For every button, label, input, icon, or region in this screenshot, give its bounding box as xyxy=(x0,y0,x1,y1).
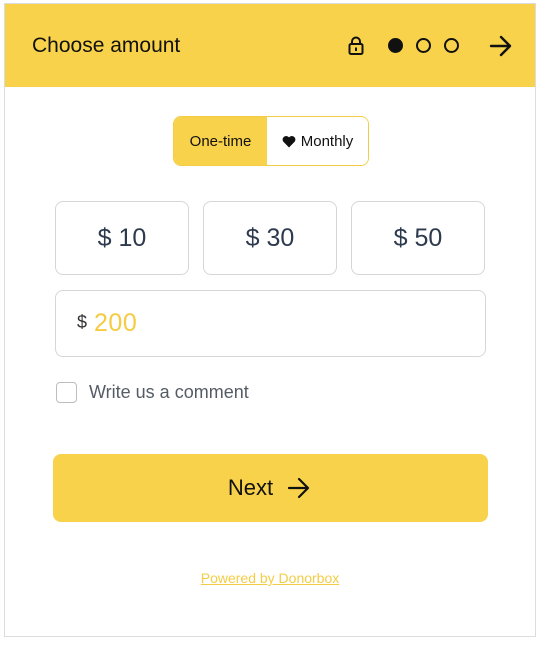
heart-icon xyxy=(282,135,296,148)
custom-amount-input[interactable]: $ 200 xyxy=(55,290,486,357)
powered-by-link[interactable]: Powered by Donorbox xyxy=(5,570,535,586)
frequency-monthly-label: Monthly xyxy=(300,132,354,150)
comment-label: Write us a comment xyxy=(89,382,249,402)
frequency-monthly[interactable]: Monthly xyxy=(267,117,368,165)
currency-symbol: $ xyxy=(77,312,88,332)
frequency-one-time-label: One-time xyxy=(189,132,252,150)
next-button[interactable]: Next xyxy=(53,454,488,522)
amount-button-10[interactable]: $ 10 xyxy=(55,201,189,275)
amount-button-50[interactable]: $ 50 xyxy=(351,201,485,275)
step-dot-3 xyxy=(444,38,459,53)
amount-button-30[interactable]: $ 30 xyxy=(203,201,337,275)
comment-checkbox[interactable] xyxy=(56,382,77,403)
page-title: Choose amount xyxy=(32,33,181,57)
frequency-toggle: One-time Monthly xyxy=(173,116,369,166)
step-dot-1 xyxy=(388,38,403,53)
arrow-right-icon[interactable] xyxy=(489,34,513,58)
lock-icon xyxy=(348,36,366,56)
frequency-one-time[interactable]: One-time xyxy=(174,117,267,165)
comment-option[interactable]: Write us a comment xyxy=(56,382,249,403)
arrow-right-icon xyxy=(287,475,313,501)
next-button-label: Next xyxy=(227,475,274,500)
header-bar: Choose amount xyxy=(5,4,535,87)
step-dot-2 xyxy=(416,38,431,53)
step-indicator xyxy=(388,38,459,53)
donation-widget: Choose amount One-time Monthly $ 10 $ 30… xyxy=(4,3,536,637)
custom-amount-value: 200 xyxy=(94,309,138,337)
